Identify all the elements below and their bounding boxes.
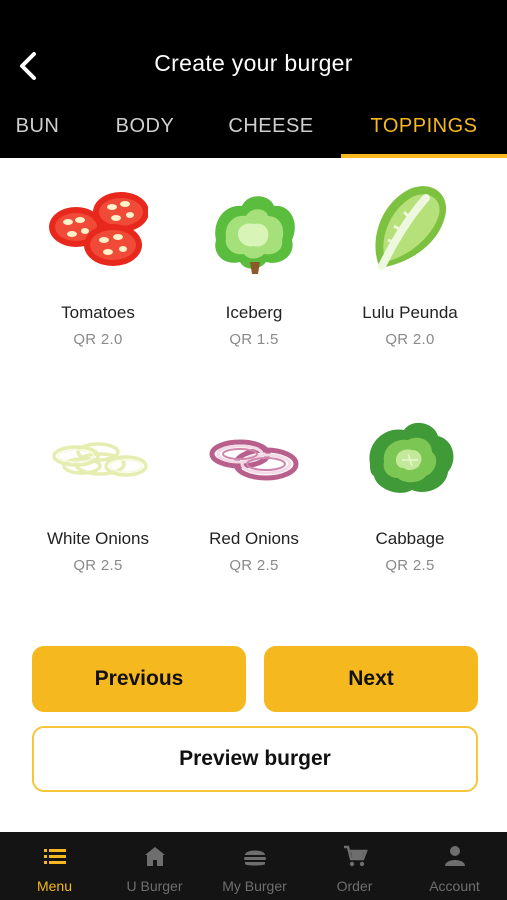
topping-name: White Onions	[46, 529, 150, 548]
napa-cabbage-leaf-icon	[375, 186, 447, 270]
topping-card-cabbage[interactable]: Cabbage QR 2.5	[332, 396, 488, 596]
topping-name: Red Onions	[209, 529, 299, 548]
cart-icon	[344, 845, 368, 867]
user-icon	[445, 846, 465, 866]
cabbage-icon	[369, 422, 454, 493]
nav-account[interactable]: Account	[404, 832, 505, 900]
toppings-grid: Tomatoes QR 2.0 Iceberg QR 1.5 Lulu Peun…	[20, 170, 488, 600]
page-title: Create your burger	[154, 50, 353, 76]
tab-cheese[interactable]: CHEESE	[215, 106, 327, 158]
topping-card-lulu-peunda[interactable]: Lulu Peunda QR 2.0	[332, 170, 488, 370]
topping-price: QR 2.5	[73, 557, 123, 574]
nav-label: Menu	[36, 878, 73, 894]
header-bar: Create your burger BUN BODY CHEESE TOPPI…	[0, 0, 507, 158]
topping-card-tomatoes[interactable]: Tomatoes QR 2.0	[20, 170, 176, 370]
topping-price: QR 2.0	[73, 331, 123, 348]
topping-name: Tomatoes	[61, 303, 135, 322]
tab-bun[interactable]: BUN	[0, 106, 75, 158]
red-onion-rings-icon	[209, 439, 299, 481]
topping-card-red-onions[interactable]: Red Onions QR 2.5	[176, 396, 332, 596]
nav-label: U Burger	[126, 878, 183, 894]
nav-u-burger[interactable]: U Burger	[104, 832, 205, 900]
bottom-navigation: Menu U Burger My Burger Order Account	[0, 832, 507, 900]
topping-name: Iceberg	[225, 303, 283, 322]
topping-price: QR 1.5	[229, 331, 279, 348]
nav-label: Order	[336, 878, 373, 894]
topping-price: QR 2.0	[385, 331, 435, 348]
topping-name: Lulu Peunda	[362, 303, 458, 322]
nav-label: Account	[429, 878, 480, 894]
menu-list-icon	[44, 849, 66, 864]
next-button[interactable]: Next	[264, 646, 478, 712]
nav-menu[interactable]: Menu	[4, 832, 105, 900]
topping-card-iceberg[interactable]: Iceberg QR 1.5	[176, 170, 332, 370]
tab-body[interactable]: BODY	[100, 106, 190, 158]
previous-button[interactable]: Previous	[32, 646, 246, 712]
nav-my-burger[interactable]: My Burger	[204, 832, 305, 900]
home-icon	[145, 847, 165, 866]
tomato-slices-icon	[49, 192, 148, 266]
burger-icon	[244, 850, 266, 866]
white-onion-rings-icon	[52, 442, 148, 477]
topping-price: QR 2.5	[385, 557, 435, 574]
nav-label: My Burger	[222, 878, 287, 894]
category-tabs: BUN BODY CHEESE TOPPINGS	[0, 106, 507, 158]
topping-price: QR 2.5	[229, 557, 279, 574]
iceberg-lettuce-icon	[215, 196, 295, 274]
topping-card-white-onions[interactable]: White Onions QR 2.5	[20, 396, 176, 596]
preview-burger-button[interactable]: Preview burger	[32, 726, 478, 792]
nav-order[interactable]: Order	[304, 832, 405, 900]
topping-name: Cabbage	[375, 529, 445, 548]
tab-toppings[interactable]: TOPPINGS	[341, 106, 507, 158]
